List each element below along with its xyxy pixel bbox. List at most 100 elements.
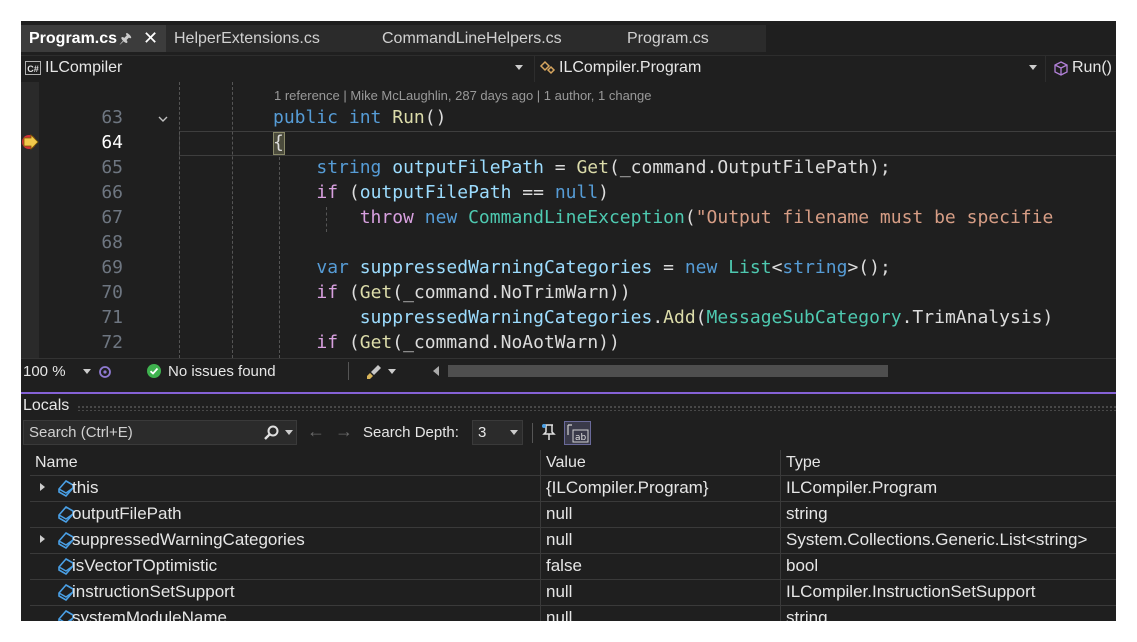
chevron-down-icon[interactable] <box>285 430 293 435</box>
svg-text:ab: ab <box>575 433 587 443</box>
table-row[interactable]: outputFilePath null string <box>30 501 1116 527</box>
tab-label: HelperExtensions.cs <box>174 30 320 47</box>
codelens-info[interactable]: 1 reference | Mike McLaughlin, 287 days … <box>274 88 652 103</box>
issues-status[interactable]: No issues found <box>168 363 276 380</box>
zoom-level[interactable]: 100 % <box>23 363 66 380</box>
cell-value[interactable]: null <box>546 608 572 621</box>
line-number: 68 <box>101 232 123 253</box>
code-token: ( <box>338 282 360 303</box>
member-dropdown[interactable]: Run() <box>1045 56 1116 82</box>
chevron-down-icon <box>510 430 518 435</box>
breakpoint-arrow-icon <box>22 134 39 150</box>
tab-commandlinehelpers[interactable]: CommandLineHelpers.cs <box>374 25 619 52</box>
code-token: Run <box>392 107 425 128</box>
code-token: new <box>684 257 718 278</box>
code-line[interactable]: { <box>273 132 284 153</box>
type-dropdown[interactable]: ILCompiler.Program <box>534 56 1045 82</box>
column-header-value[interactable]: Value <box>546 450 586 475</box>
chevron-down-icon[interactable] <box>83 369 91 374</box>
code-line[interactable]: public int Run() <box>273 107 446 128</box>
expand-triangle-icon[interactable] <box>40 483 45 491</box>
code-token: MessageSubCategory <box>706 307 902 328</box>
code-token: ) <box>598 182 610 203</box>
code-line[interactable]: if (Get(_command.NoTrimWarn)) <box>273 282 630 303</box>
type-name: ILCompiler.Program <box>559 59 702 76</box>
line-number: 65 <box>101 157 123 178</box>
project-dropdown[interactable]: C# ILCompiler <box>21 56 533 82</box>
text-format-icon: ab <box>567 424 589 443</box>
tab-helperextensions[interactable]: HelperExtensions.cs <box>166 25 374 52</box>
code-token: . <box>652 307 664 328</box>
table-row[interactable]: instructionSetSupport null ILCompiler.Inst… <box>30 579 1116 605</box>
code-line[interactable]: if (Get(_command.NoAotWarn)) <box>273 332 619 353</box>
code-token: .TrimAnalysis) <box>901 307 1054 328</box>
horizontal-scrollbar-thumb[interactable] <box>448 365 888 377</box>
code-token: () <box>424 107 447 128</box>
chevron-down-icon[interactable] <box>388 369 396 374</box>
member-name: Run() <box>1072 59 1113 76</box>
expand-triangle-icon[interactable] <box>40 535 45 543</box>
cell-name: suppressedWarningCategories <box>72 530 305 549</box>
tab-program-cs-active[interactable]: Program.cs 🖈 ✕ <box>21 25 166 52</box>
table-row[interactable]: systemModuleName null string <box>30 605 1116 621</box>
cell-value[interactable]: null <box>546 530 572 550</box>
search-depth-label: Search Depth: <box>363 424 459 441</box>
code-cleanup-brush-icon[interactable] <box>365 362 385 382</box>
glyph-margin[interactable] <box>21 82 39 358</box>
code-line[interactable]: string outputFilePath = Get(_command.Out… <box>273 157 890 178</box>
cell-value[interactable]: false <box>546 556 582 576</box>
scroll-left-arrow-icon[interactable] <box>433 366 439 376</box>
pin-source-icon[interactable] <box>539 422 559 442</box>
code-token: { <box>273 132 284 153</box>
cell-value[interactable]: null <box>546 504 572 524</box>
cell-name: outputFilePath <box>72 504 182 523</box>
visual-studio-window: Program.cs 🖈 ✕ HelperExtensions.cs Comma… <box>21 21 1116 621</box>
cell-type: ILCompiler.Program <box>786 478 938 497</box>
line-number: 70 <box>101 282 123 303</box>
hex-display-toggle[interactable]: ab <box>564 421 591 445</box>
forward-arrow-icon[interactable]: → <box>335 421 353 442</box>
cell-type: System.Collections.Generic.List<string> <box>786 530 1088 549</box>
class-icon <box>539 60 556 75</box>
code-line[interactable]: throw new CommandLineException("Output f… <box>273 207 1054 228</box>
cell-type: string <box>786 504 828 523</box>
cell-value[interactable]: {ILCompiler.Program} <box>546 478 709 498</box>
column-header-type[interactable]: Type <box>786 450 821 475</box>
copilot-icon[interactable] <box>97 363 113 381</box>
table-row[interactable]: suppressedWarningCategories null System.Co… <box>30 527 1116 553</box>
table-row[interactable]: isVectorTOptimistic false bool <box>30 553 1116 579</box>
cell-name: isVectorTOptimistic <box>72 556 218 575</box>
chevron-down-icon <box>1029 65 1037 70</box>
column-header-name[interactable]: Name <box>35 450 78 475</box>
search-depth-select[interactable]: 3 <box>472 420 523 445</box>
tab-bar: Program.cs 🖈 ✕ HelperExtensions.cs Comma… <box>21 21 1116 55</box>
code-token: if <box>316 332 339 353</box>
close-icon[interactable]: ✕ <box>143 25 158 52</box>
search-input[interactable]: Search (Ctrl+E) <box>23 420 297 445</box>
code-line[interactable]: if (outputFilePath == null) <box>273 182 609 203</box>
code-token: < <box>771 257 783 278</box>
grip-dots[interactable] <box>77 405 1116 411</box>
code-token: Get <box>359 282 393 303</box>
navigation-bar: C# ILCompiler ILCompiler.Program Run() <box>21 55 1116 83</box>
code-token: new <box>424 207 458 228</box>
tab-program-cs[interactable]: Program.cs <box>619 25 766 52</box>
method-cube-icon <box>1054 61 1068 76</box>
collapse-chevron-icon[interactable] <box>156 112 170 126</box>
pin-icon[interactable]: 🖈 <box>119 25 132 52</box>
code-token: string <box>316 157 382 178</box>
back-arrow-icon[interactable]: ← <box>307 421 325 442</box>
line-number: 64 <box>101 132 123 153</box>
code-editor[interactable]: 1 reference | Mike McLaughlin, 287 days … <box>21 82 1116 358</box>
cell-value[interactable]: null <box>546 582 572 602</box>
search-icon[interactable] <box>262 424 280 442</box>
code-line[interactable]: suppressedWarningCategories.Add(MessageS… <box>273 307 1054 328</box>
table-row[interactable]: this {ILCompiler.Program} ILCompiler.Progr… <box>30 475 1116 501</box>
code-line[interactable]: var suppressedWarningCategories = new Li… <box>273 257 890 278</box>
line-number: 67 <box>101 207 123 228</box>
